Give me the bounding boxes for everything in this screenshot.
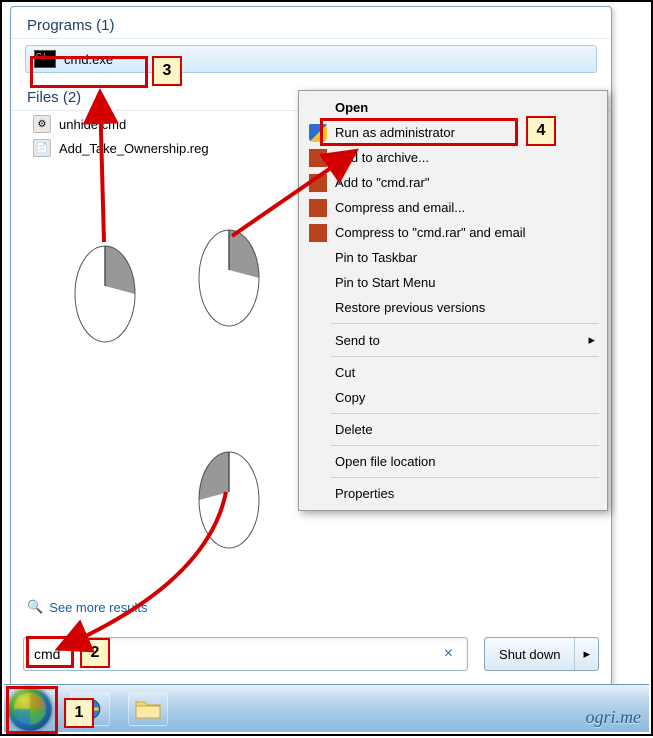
annotation-arrow <box>2 2 653 738</box>
watermark: ogri.me <box>586 707 642 728</box>
